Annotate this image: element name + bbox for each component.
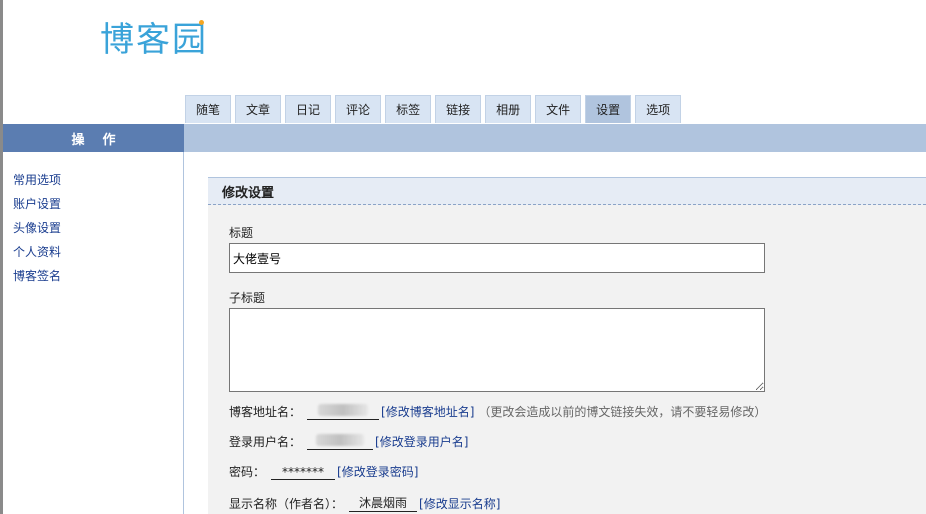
blog-address-note: （更改会造成以前的博文链接失效，请不要轻易修改） <box>478 405 767 419</box>
cnblogs-logo[interactable]: 博客园 <box>100 16 208 60</box>
title-label: 标题 <box>229 226 254 240</box>
display-name-label: 显示名称（作者名）： <box>229 497 344 511</box>
content-top-bar <box>184 124 926 152</box>
tab-links[interactable]: 链接 <box>435 95 482 123</box>
sidebar-item-blog-signature[interactable]: 博客签名 <box>13 264 61 288</box>
change-display-name-link[interactable]: [修改显示名称] <box>419 495 500 512</box>
display-name-row: 显示名称（作者名）： 沐晨烟雨 [修改显示名称] <box>229 494 500 512</box>
password-row: 密码： ******* [修改登录密码] <box>229 463 418 480</box>
main-tabs: 随笔 文章 日记 评论 标签 链接 相册 文件 设置 选项 <box>185 95 685 123</box>
tab-options[interactable]: 选项 <box>635 95 682 123</box>
change-login-name-link[interactable]: [修改登录用户名] <box>375 433 468 450</box>
change-blog-address-link[interactable]: [修改博客地址名] <box>381 403 474 420</box>
sidebar-item-common-options[interactable]: 常用选项 <box>13 168 61 192</box>
sidebar-item-account-settings[interactable]: 账户设置 <box>13 192 61 216</box>
sidebar-item-profile[interactable]: 个人资料 <box>13 240 61 264</box>
login-name-value <box>307 434 374 450</box>
sidebar-header: 操作 <box>3 124 184 152</box>
tab-albums[interactable]: 相册 <box>485 95 532 123</box>
sidebar-divider <box>183 152 184 514</box>
tab-diary[interactable]: 日记 <box>285 95 332 123</box>
tab-posts[interactable]: 随笔 <box>185 95 232 123</box>
subtitle-label: 子标题 <box>229 291 266 305</box>
blog-address-value <box>307 404 380 420</box>
password-label: 密码： <box>229 465 266 479</box>
tab-comments[interactable]: 评论 <box>335 95 382 123</box>
sidebar-item-avatar-settings[interactable]: 头像设置 <box>13 216 61 240</box>
tab-articles[interactable]: 文章 <box>235 95 282 123</box>
section-title: 修改设置 <box>208 177 926 205</box>
password-value: ******* <box>271 465 336 480</box>
window-left-edge <box>0 0 3 514</box>
change-password-link[interactable]: [修改登录密码] <box>337 463 418 480</box>
tab-settings[interactable]: 设置 <box>585 95 632 123</box>
tab-tags[interactable]: 标签 <box>385 95 432 123</box>
title-input[interactable] <box>229 243 765 273</box>
subtitle-textarea[interactable] <box>229 308 765 392</box>
sidebar-nav: 常用选项 账户设置 头像设置 个人资料 博客签名 <box>13 168 61 288</box>
tab-files[interactable]: 文件 <box>535 95 582 123</box>
login-name-row: 登录用户名： [修改登录用户名] <box>229 433 468 450</box>
blog-address-row: 博客地址名： [修改博客地址名] （更改会造成以前的博文链接失效，请不要轻易修改… <box>229 403 766 420</box>
blog-address-label: 博客地址名： <box>229 405 302 419</box>
login-name-label: 登录用户名： <box>229 435 302 449</box>
display-name-value: 沐晨烟雨 <box>349 494 418 512</box>
logo-dot <box>199 20 204 25</box>
logo-text: 博客园 <box>100 19 208 60</box>
